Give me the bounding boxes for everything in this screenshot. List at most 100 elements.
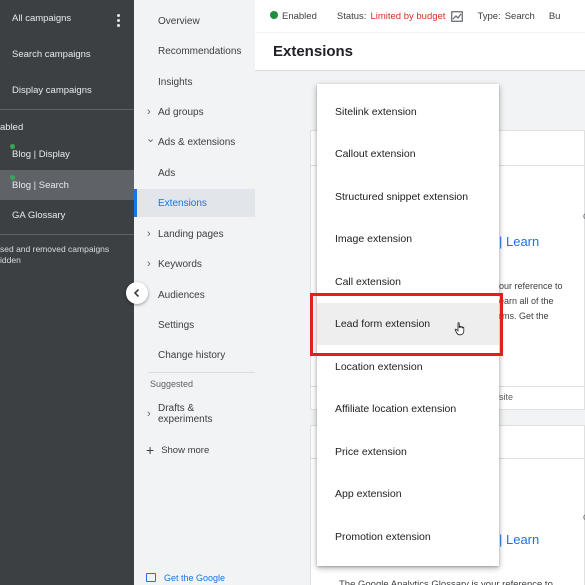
type-label: Type: (477, 10, 501, 22)
nav-item-label: Overview (158, 15, 200, 27)
nav-item-drafts-experiments[interactable]: Drafts & experiments (134, 399, 255, 429)
menu-item-lead-form-extension[interactable]: Lead form extension (317, 303, 499, 345)
menu-item-label: Location extension (335, 361, 423, 373)
search-campaigns-label: Search campaigns (12, 48, 91, 60)
hidden-campaigns-note[interactable]: sed and removed campaigns idden (0, 244, 134, 266)
search-campaigns-item[interactable]: Search campaigns (0, 39, 134, 69)
menu-item-price-extension[interactable]: Price extension (317, 431, 499, 473)
enabled-heading: abled (0, 112, 134, 142)
campaign-item-label: Blog | Display (12, 148, 70, 160)
nav-item-label: Drafts & experiments (158, 403, 212, 425)
menu-item-callout-extension[interactable]: Callout extension (317, 133, 499, 175)
nav-item-label: Keywords (158, 258, 202, 270)
status-value[interactable]: Limited by budget (370, 11, 445, 22)
nav-item-settings[interactable]: Settings (134, 311, 255, 339)
enabled-status: Enabled (270, 10, 317, 22)
menu-item-image-extension[interactable]: Image extension (317, 218, 499, 260)
nav-item-keywords[interactable]: Keywords (134, 250, 255, 278)
hidden-note-line: sed and removed campaigns (0, 244, 110, 254)
campaign-item-label: GA Glossary (12, 209, 66, 221)
campaign-panel: All campaigns Search campaigns Display c… (0, 0, 134, 585)
enabled-label: Enabled (282, 10, 317, 22)
enabled-dot-icon (270, 10, 278, 19)
card-description: our reference to earn all of the rms. Ge… (499, 279, 563, 324)
nav-item-overview[interactable]: Overview (134, 7, 255, 35)
all-campaigns-item[interactable]: All campaigns (0, 3, 134, 33)
nav-item-ads-extensions[interactable]: Ads & extensions (134, 128, 255, 156)
plus-icon: + (146, 442, 155, 458)
menu-item-label: Price extension (335, 446, 407, 458)
campaign-item-ga-glossary[interactable]: GA Glossary (0, 200, 134, 230)
nav-item-recommendations[interactable]: Recommendations (134, 37, 255, 65)
show-more-label: Show more (161, 444, 210, 456)
menu-item-location-extension[interactable]: Location extension (317, 346, 499, 388)
display-campaigns-label: Display campaigns (12, 84, 92, 96)
nav-item-label: Settings (158, 319, 195, 331)
menu-item-label: Promotion extension (335, 531, 431, 543)
status-label: Status: (336, 10, 367, 22)
show-more-button[interactable]: + Show more (134, 436, 255, 464)
menu-item-label: Image extension (335, 233, 413, 245)
nav-item-landing-pages[interactable]: Landing pages (134, 220, 255, 248)
menu-item-affiliate-location-extension[interactable]: Affiliate location extension (317, 388, 499, 430)
menu-item-label: Structured snippet extension (335, 191, 469, 203)
nav-item-label: Change history (158, 349, 226, 361)
learn-link[interactable]: | Learn (499, 234, 539, 249)
menu-item-sitelink-extension[interactable]: Sitelink extension (317, 91, 499, 133)
menu-item-label: Affiliate location extension (335, 403, 457, 415)
nav-item-change-history[interactable]: Change history (134, 341, 255, 369)
nav-item-label: Recommendations (158, 45, 242, 57)
enabled-heading-label: abled (0, 121, 24, 133)
collapse-panel-button[interactable] (126, 282, 148, 304)
chevron-left-icon (133, 288, 140, 298)
enabled-dot-icon (10, 144, 15, 149)
nav-item-audiences[interactable]: Audiences (134, 281, 255, 309)
menu-item-label: Lead form extension (335, 318, 431, 330)
divider (0, 109, 134, 110)
menu-item-label: Call extension (335, 276, 401, 288)
hand-pointer-icon (454, 322, 465, 336)
nav-item-label: Extensions (158, 197, 207, 209)
extension-type-menu: Sitelink extension Callout extension Str… (317, 84, 499, 566)
menu-item-label: Callout extension (335, 148, 416, 160)
campaign-item-blog-search[interactable]: Blog | Search (0, 170, 134, 200)
page-header: Extensions (255, 33, 585, 71)
menu-item-promotion-extension[interactable]: Promotion extension (317, 516, 499, 558)
nav-item-label: Ads & extensions (158, 136, 236, 148)
enabled-dot-icon (10, 175, 15, 180)
nav-item-label: Ads (158, 167, 176, 179)
nav-item-label: Audiences (158, 289, 205, 301)
hidden-note-line: idden (0, 255, 21, 265)
menu-item-app-extension[interactable]: App extension (317, 473, 499, 515)
nav-item-ads[interactable]: Ads (134, 159, 255, 187)
type-value: Search (504, 10, 535, 22)
menu-item-label: Sitelink extension (335, 106, 417, 118)
nav-item-label: Landing pages (158, 228, 224, 240)
all-campaigns-label: All campaigns (12, 12, 72, 24)
nav-item-insights[interactable]: Insights (134, 68, 255, 96)
more-vert-icon[interactable] (117, 14, 120, 27)
card-text-line: rms. Get the (499, 311, 549, 321)
card-description: The Google Analytics Glossary is your re… (339, 579, 553, 585)
menu-item-call-extension[interactable]: Call extension (317, 261, 499, 303)
campaign-item-blog-display[interactable]: Blog | Display (0, 139, 134, 169)
divider (148, 372, 255, 373)
nav-item-ad-groups[interactable]: Ad groups (134, 98, 255, 126)
display-campaigns-item[interactable]: Display campaigns (0, 75, 134, 105)
nav-item-label: Ad groups (158, 106, 204, 118)
nav-item-label-line: experiments (158, 414, 213, 425)
footer-label: Get the Google (164, 572, 226, 583)
phone-icon (146, 573, 156, 582)
site-label: site (499, 392, 514, 402)
menu-item-label: App extension (335, 488, 402, 500)
divider (0, 234, 134, 235)
status-bar: Enabled Status: Limited by budget Type: … (255, 0, 585, 32)
trend-chart-icon[interactable] (451, 10, 464, 22)
menu-item-structured-snippet-extension[interactable]: Structured snippet extension (317, 176, 499, 218)
campaign-item-label: Blog | Search (12, 179, 69, 191)
learn-link[interactable]: | Learn (499, 532, 539, 547)
card-text-line: earn all of the (499, 296, 554, 306)
get-google-ads-app-link[interactable]: Get the Google (134, 570, 255, 585)
page-nav: Overview Recommendations Insights Ad gro… (134, 0, 255, 585)
nav-item-extensions[interactable]: Extensions (134, 189, 255, 217)
